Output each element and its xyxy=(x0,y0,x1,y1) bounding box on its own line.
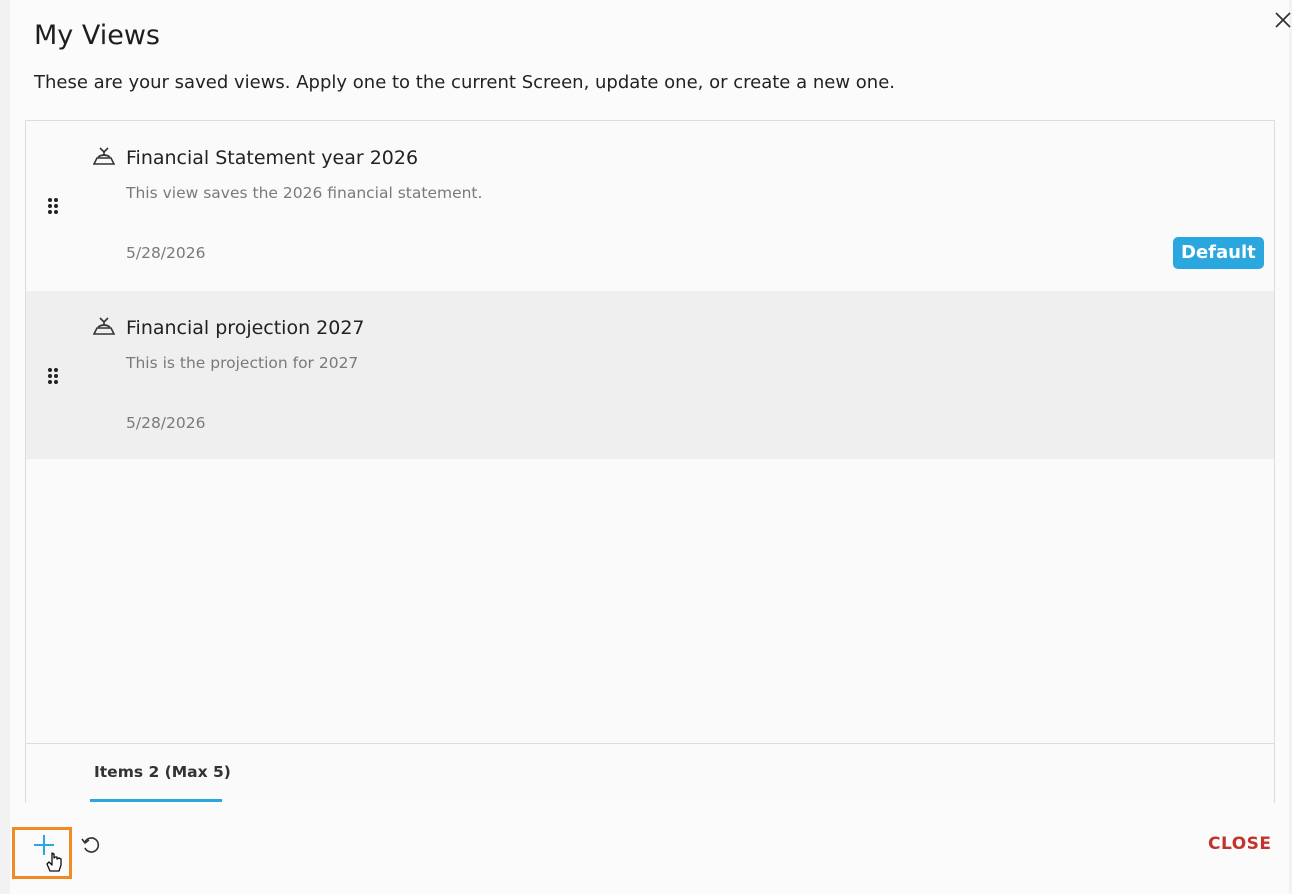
view-date: 5/28/2026 xyxy=(126,414,206,432)
view-description: This view saves the 2026 financial state… xyxy=(126,184,483,202)
items-tab-indicator xyxy=(90,799,222,802)
view-icon xyxy=(93,317,115,335)
view-date: 5/28/2026 xyxy=(126,244,206,262)
view-description: This is the projection for 2027 xyxy=(126,354,359,372)
dialog-title: My Views xyxy=(34,20,160,51)
drag-handle-icon[interactable] xyxy=(46,367,60,385)
add-view-button[interactable] xyxy=(12,827,72,879)
view-name: Financial Statement year 2026 xyxy=(126,147,419,169)
close-button[interactable]: CLOSE xyxy=(1208,834,1272,854)
drag-handle-icon[interactable] xyxy=(46,197,60,215)
plus-icon xyxy=(34,835,62,872)
default-badge: Default xyxy=(1173,237,1264,269)
views-list: Financial Statement year 2026 This view … xyxy=(25,120,1275,803)
items-count[interactable]: Items 2 (Max 5) xyxy=(94,763,231,781)
view-name: Financial projection 2027 xyxy=(126,317,365,339)
view-item[interactable]: Financial projection 2027 This is the pr… xyxy=(26,291,1274,459)
list-footer: Items 2 (Max 5) xyxy=(26,743,1274,803)
dialog-subtitle: These are your saved views. Apply one to… xyxy=(34,72,895,93)
view-item[interactable]: Financial Statement year 2026 This view … xyxy=(26,121,1274,289)
close-icon[interactable] xyxy=(1272,9,1292,31)
reset-icon[interactable] xyxy=(80,834,102,856)
view-icon xyxy=(93,147,115,165)
